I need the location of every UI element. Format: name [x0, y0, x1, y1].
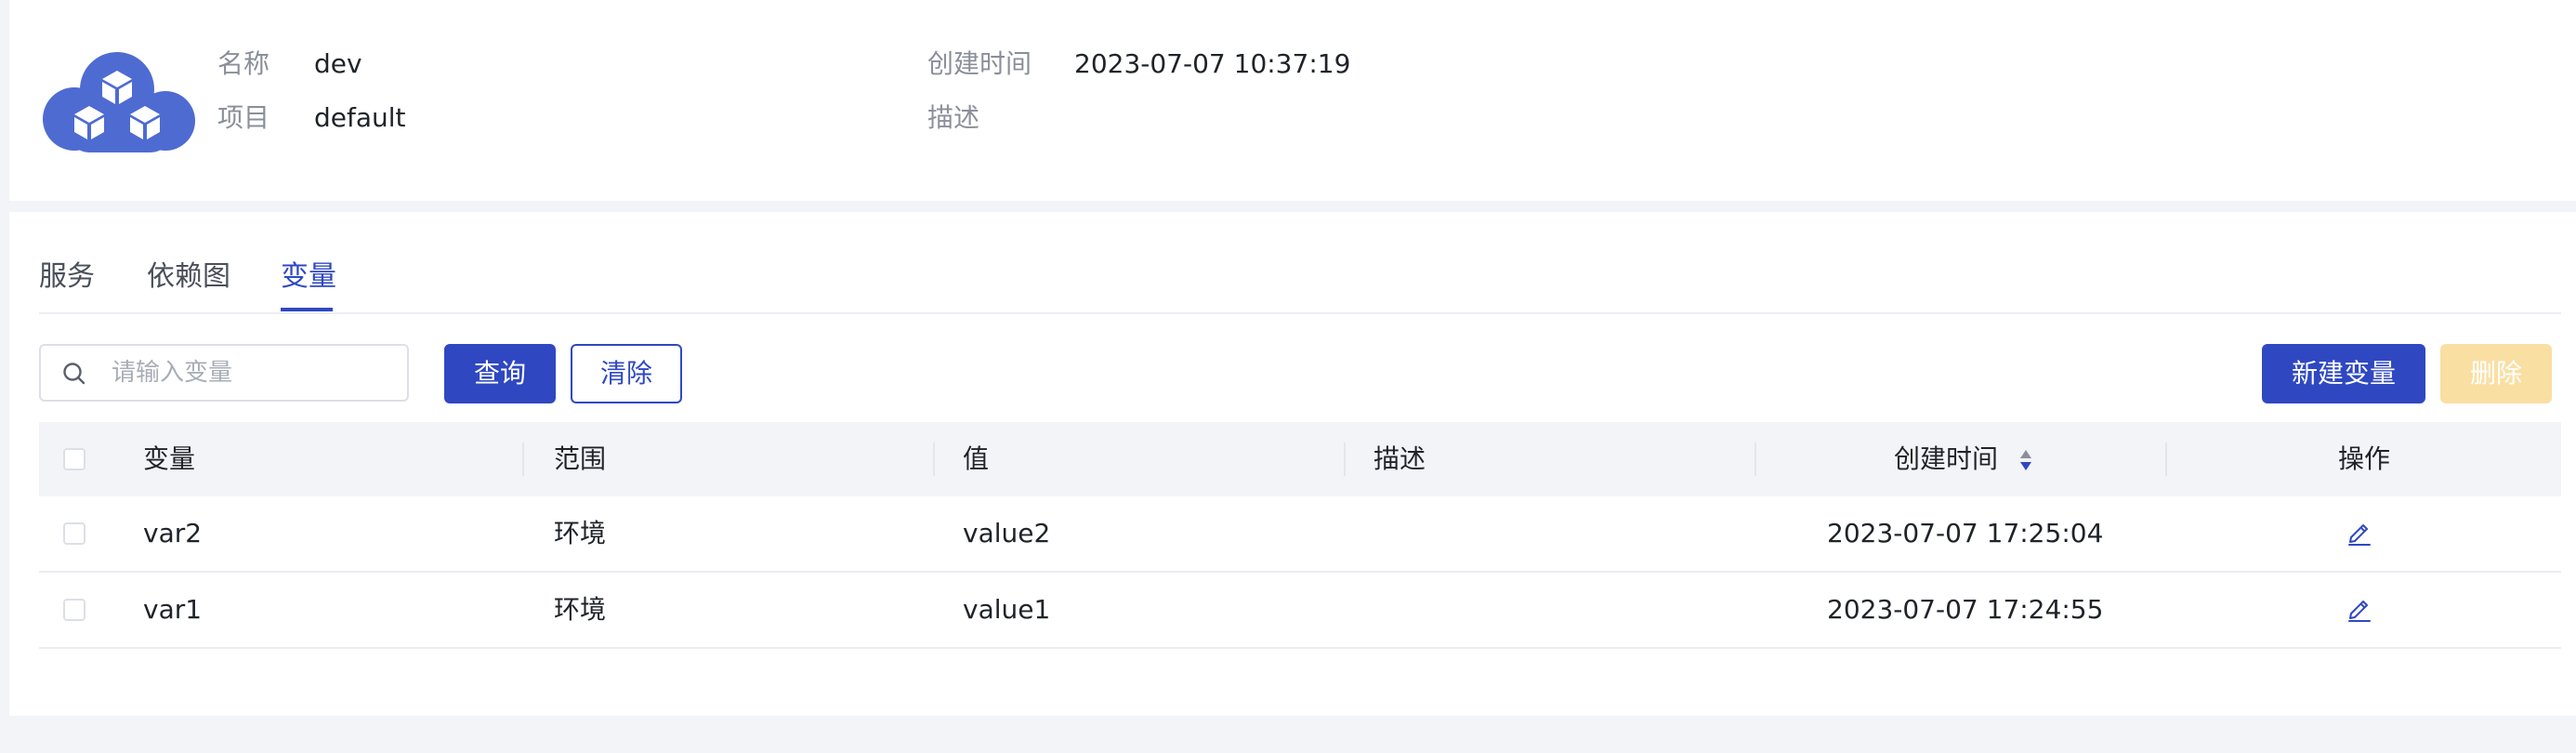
- tab-dependency-graph[interactable]: 依赖图: [147, 258, 230, 296]
- column-header-scope: 范围: [554, 443, 607, 474]
- variables-panel: 服务 依赖图 变量 查询 清除 新建变量 删除 变量 范围 值 描述 创建时间: [9, 212, 2576, 716]
- table-row: var1 环境 value1 2023-07-07 17:24:55: [39, 573, 2561, 649]
- column-header-created-time[interactable]: 创建时间: [1894, 422, 1998, 496]
- cell-scope: 环境: [554, 594, 607, 625]
- column-divider: [2165, 443, 2167, 476]
- cell-created-time: 2023-07-07 17:25:04: [1827, 518, 2104, 548]
- cell-value: value1: [963, 594, 1051, 625]
- column-divider: [522, 443, 524, 476]
- column-divider: [1755, 443, 1756, 476]
- created-time-label: 创建时间: [927, 48, 1032, 79]
- query-button[interactable]: 查询: [444, 344, 556, 403]
- cell-scope: 环境: [554, 518, 607, 548]
- description-label: 描述: [927, 102, 980, 133]
- tab-services[interactable]: 服务: [39, 258, 95, 296]
- edit-icon[interactable]: [2346, 595, 2373, 623]
- table-row: var2 环境 value2 2023-07-07 17:25:04: [39, 496, 2561, 573]
- environment-info-card: 名称 dev 项目 default 创建时间 2023-07-07 10:37:…: [9, 0, 2576, 201]
- column-header-description: 描述: [1373, 443, 1426, 474]
- column-divider: [933, 443, 935, 476]
- name-label: 名称: [217, 48, 270, 79]
- row-checkbox[interactable]: [63, 522, 85, 545]
- new-variable-button[interactable]: 新建变量: [2262, 344, 2425, 403]
- name-value: dev: [314, 48, 362, 79]
- search-input[interactable]: [112, 355, 390, 390]
- cell-variable: var2: [143, 518, 203, 548]
- tab-variables[interactable]: 变量: [281, 258, 336, 296]
- table-header: 变量 范围 值 描述 创建时间 操作: [39, 422, 2561, 496]
- project-value: default: [314, 102, 406, 133]
- active-tab-indicator: [281, 308, 333, 311]
- delete-button[interactable]: 删除: [2440, 344, 2552, 403]
- cloud-cubes-logo-icon: [43, 52, 195, 152]
- search-box[interactable]: [39, 344, 409, 402]
- clear-button[interactable]: 清除: [571, 344, 682, 403]
- created-time-value: 2023-07-07 10:37:19: [1074, 48, 1351, 79]
- cell-created-time: 2023-07-07 17:24:55: [1827, 594, 2104, 625]
- tabs-divider: [39, 312, 2561, 314]
- project-label: 项目: [217, 102, 270, 133]
- cell-variable: var1: [143, 594, 203, 625]
- search-icon: [63, 363, 85, 385]
- row-checkbox[interactable]: [63, 599, 85, 621]
- column-header-actions: 操作: [2338, 443, 2391, 474]
- column-header-variable: 变量: [143, 443, 196, 474]
- column-header-value: 值: [963, 443, 990, 474]
- cell-value: value2: [963, 518, 1051, 548]
- sort-icon[interactable]: [2018, 448, 2033, 472]
- edit-icon[interactable]: [2346, 519, 2373, 547]
- column-divider: [1344, 443, 1346, 476]
- select-all-checkbox[interactable]: [63, 448, 85, 470]
